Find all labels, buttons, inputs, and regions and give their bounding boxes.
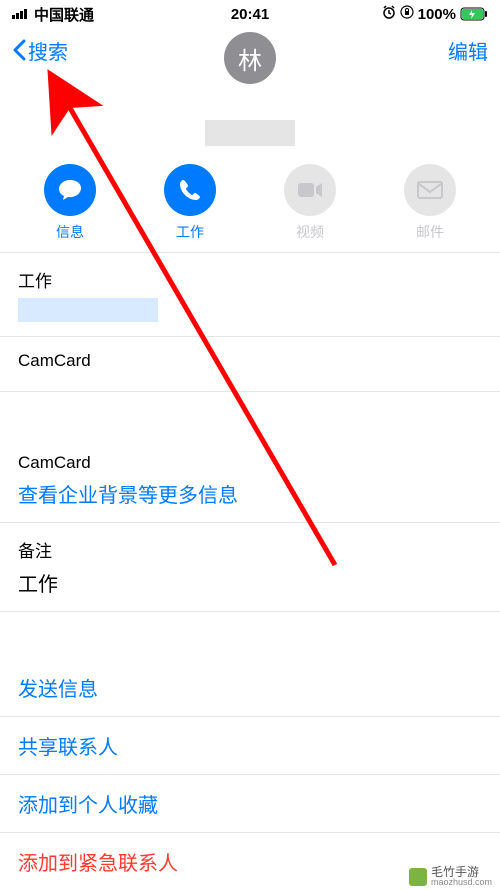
share-contact-row[interactable]: 共享联系人 xyxy=(0,716,500,774)
camcard-section-1[interactable]: CamCard xyxy=(0,336,500,391)
video-button: 视频 xyxy=(270,164,350,242)
message-button[interactable]: 信息 xyxy=(30,164,110,242)
carrier-label: 中国联通 xyxy=(34,4,94,25)
message-icon xyxy=(44,164,96,216)
call-button[interactable]: 工作 xyxy=(150,164,230,242)
signal-icon xyxy=(12,6,30,23)
orientation-lock-icon xyxy=(400,5,414,23)
edit-button[interactable]: 编辑 xyxy=(448,36,488,65)
notes-label: 备注 xyxy=(18,537,482,562)
mail-label: 邮件 xyxy=(416,222,444,242)
battery-percent: 100% xyxy=(418,6,456,23)
notes-value: 工作 xyxy=(18,568,482,597)
call-label: 工作 xyxy=(176,222,204,242)
spacer xyxy=(0,391,500,439)
clock: 20:41 xyxy=(231,6,269,23)
video-icon xyxy=(284,164,336,216)
message-label: 信息 xyxy=(56,222,84,242)
contact-name-redacted xyxy=(205,120,295,146)
spacer-2 xyxy=(0,611,500,659)
phone-icon xyxy=(164,164,216,216)
phone-value-redacted xyxy=(18,298,158,322)
send-message-row[interactable]: 发送信息 xyxy=(0,659,500,716)
mail-icon xyxy=(404,164,456,216)
mail-button: 邮件 xyxy=(390,164,470,242)
send-message-link[interactable]: 发送信息 xyxy=(18,673,482,702)
watermark-logo-icon xyxy=(409,868,427,886)
watermark-url: maozhusd.com xyxy=(431,878,492,887)
status-bar: 中国联通 20:41 100% xyxy=(0,0,500,28)
camcard2-label: CamCard xyxy=(18,453,482,473)
phone-label: 工作 xyxy=(18,267,482,292)
share-contact-link[interactable]: 共享联系人 xyxy=(18,731,482,760)
alarm-icon xyxy=(382,5,396,23)
notes-section[interactable]: 备注 工作 xyxy=(0,522,500,611)
battery-icon xyxy=(460,7,488,21)
back-button[interactable]: 搜索 xyxy=(12,36,68,65)
add-favorite-link[interactable]: 添加到个人收藏 xyxy=(18,789,482,818)
avatar[interactable]: 林 xyxy=(224,32,276,84)
camcard-section-2[interactable]: CamCard 查看企业背景等更多信息 xyxy=(0,439,500,522)
camcard2-link[interactable]: 查看企业背景等更多信息 xyxy=(18,479,482,508)
action-row: 信息 工作 视频 邮件 xyxy=(0,158,500,252)
watermark: 毛竹手游 maozhusd.com xyxy=(405,864,496,889)
back-label: 搜索 xyxy=(28,36,68,65)
chevron-left-icon xyxy=(12,39,26,61)
video-label: 视频 xyxy=(296,222,324,242)
camcard1-label: CamCard xyxy=(18,351,482,371)
add-favorite-row[interactable]: 添加到个人收藏 xyxy=(0,774,500,832)
phone-section[interactable]: 工作 xyxy=(0,252,500,336)
